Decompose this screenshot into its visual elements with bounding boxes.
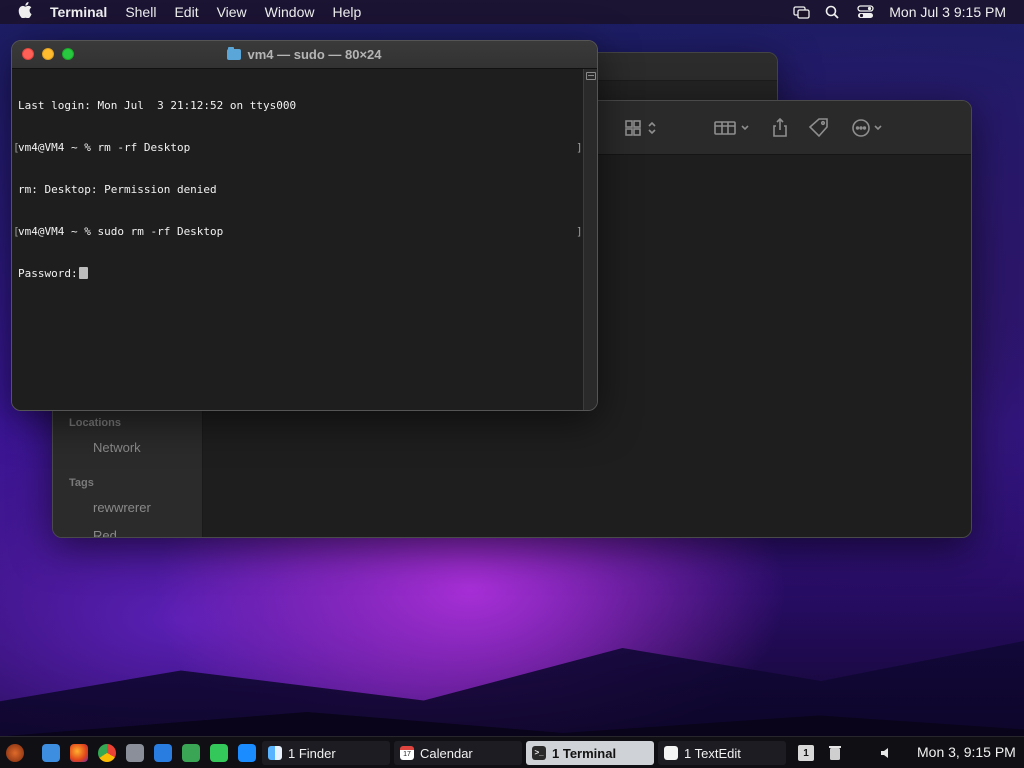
close-button[interactable]: [22, 48, 34, 60]
mark-bracket-right: ]: [576, 225, 583, 238]
task-terminal-label: 1 Terminal: [552, 745, 617, 761]
workspace-indicator[interactable]: 1: [798, 745, 814, 761]
finder-icon: [268, 746, 282, 760]
maps-icon[interactable]: [182, 743, 200, 762]
menu-window[interactable]: Window: [265, 4, 315, 20]
task-finder-label: 1 Finder: [288, 745, 336, 761]
task-calendar[interactable]: 17 Calendar: [394, 741, 522, 765]
task-calendar-label: Calendar: [420, 745, 473, 761]
menu-app-name[interactable]: Terminal: [50, 4, 107, 20]
terminal-line-text: vm4@VM4 ~ % rm -rf Desktop: [18, 141, 191, 154]
window-controls: [22, 48, 74, 60]
taskbar-clock[interactable]: Mon 3, 9:15 PM: [917, 744, 1016, 760]
terminal-titlebar[interactable]: vm4 — sudo — 80×24: [12, 41, 597, 69]
textedit-icon: [664, 746, 678, 760]
terminal-title-text: vm4 — sudo — 80×24: [247, 47, 382, 62]
menu-help[interactable]: Help: [332, 4, 361, 20]
group-icon[interactable]: [714, 117, 752, 139]
volume-icon[interactable]: [880, 746, 892, 763]
maximize-button[interactable]: [62, 48, 74, 60]
menu-view[interactable]: View: [217, 4, 247, 20]
terminal-icon: >_: [532, 746, 546, 760]
sidebar-section-locations: Locations: [69, 417, 121, 429]
folder-icon: [227, 47, 242, 60]
photos-icon[interactable]: [126, 743, 144, 762]
sidebar-item-tag-red[interactable]: Red: [93, 528, 117, 537]
terminal-window[interactable]: vm4 — sudo — 80×24 Last login: Mon Jul 3…: [11, 40, 598, 411]
terminal-line-text: vm4@VM4 ~ % sudo rm -rf Desktop: [18, 225, 224, 238]
apple-logo-icon[interactable]: [18, 1, 32, 23]
terminal-line: [vm4@VM4 ~ % rm -rf Desktop]: [13, 141, 583, 155]
sidebar-item-network[interactable]: Network: [93, 440, 141, 455]
menubar-clock[interactable]: Mon Jul 3 9:15 PM: [889, 4, 1006, 20]
menu-bar: Terminal Shell Edit View Window Help Mon…: [0, 0, 1024, 24]
taskbar: 1 Finder 17 Calendar >_ 1 Terminal 1 Tex…: [0, 736, 1024, 768]
more-actions-icon[interactable]: [851, 117, 887, 139]
control-center-icon[interactable]: [857, 5, 875, 19]
menu-edit[interactable]: Edit: [174, 4, 198, 20]
firefox-icon[interactable]: [70, 743, 88, 762]
mark-bracket-left: [: [13, 141, 20, 154]
trash-icon[interactable]: [828, 745, 842, 764]
task-textedit-label: 1 TextEdit: [684, 745, 741, 761]
mark-bracket-right: ]: [576, 141, 583, 154]
password-prompt: Password:: [18, 267, 78, 280]
calendar-icon: 17: [400, 746, 414, 760]
tag-icon[interactable]: [808, 117, 830, 139]
terminal-line: [vm4@VM4 ~ % sudo rm -rf Desktop]: [13, 225, 583, 239]
launcher-icon[interactable]: [6, 743, 24, 762]
terminal-line: Last login: Mon Jul 3 21:12:52 on ttys00…: [18, 99, 297, 112]
terminal-title: vm4 — sudo — 80×24: [227, 47, 382, 62]
terminal-output[interactable]: Last login: Mon Jul 3 21:12:52 on ttys00…: [12, 69, 583, 410]
task-textedit[interactable]: 1 TextEdit: [658, 741, 786, 765]
task-finder[interactable]: 1 Finder: [262, 741, 390, 765]
files-icon[interactable]: [42, 743, 60, 762]
mail-icon[interactable]: [154, 743, 172, 762]
minimize-button[interactable]: [42, 48, 54, 60]
mark-bracket-left: [: [13, 225, 20, 238]
search-icon[interactable]: [825, 5, 843, 19]
terminal-line: rm: Desktop: Permission denied: [18, 183, 217, 196]
terminal-prompt-line[interactable]: Password:: [18, 267, 577, 281]
split-pane-icon[interactable]: [586, 72, 596, 80]
task-terminal[interactable]: >_ 1 Terminal: [526, 741, 654, 765]
app-store-icon[interactable]: [238, 743, 256, 762]
view-grid-icon[interactable]: [625, 117, 659, 139]
share-icon[interactable]: [771, 117, 789, 139]
text-cursor: [78, 267, 88, 279]
screen-mirroring-icon[interactable]: [793, 5, 811, 19]
menu-shell[interactable]: Shell: [125, 4, 156, 20]
sidebar-item-tag-rewwrerer[interactable]: rewwrerer: [93, 500, 151, 515]
chrome-icon[interactable]: [98, 743, 116, 762]
sidebar-section-tags: Tags: [69, 477, 94, 489]
messages-icon[interactable]: [210, 743, 228, 762]
terminal-scrollbar[interactable]: [583, 69, 597, 410]
